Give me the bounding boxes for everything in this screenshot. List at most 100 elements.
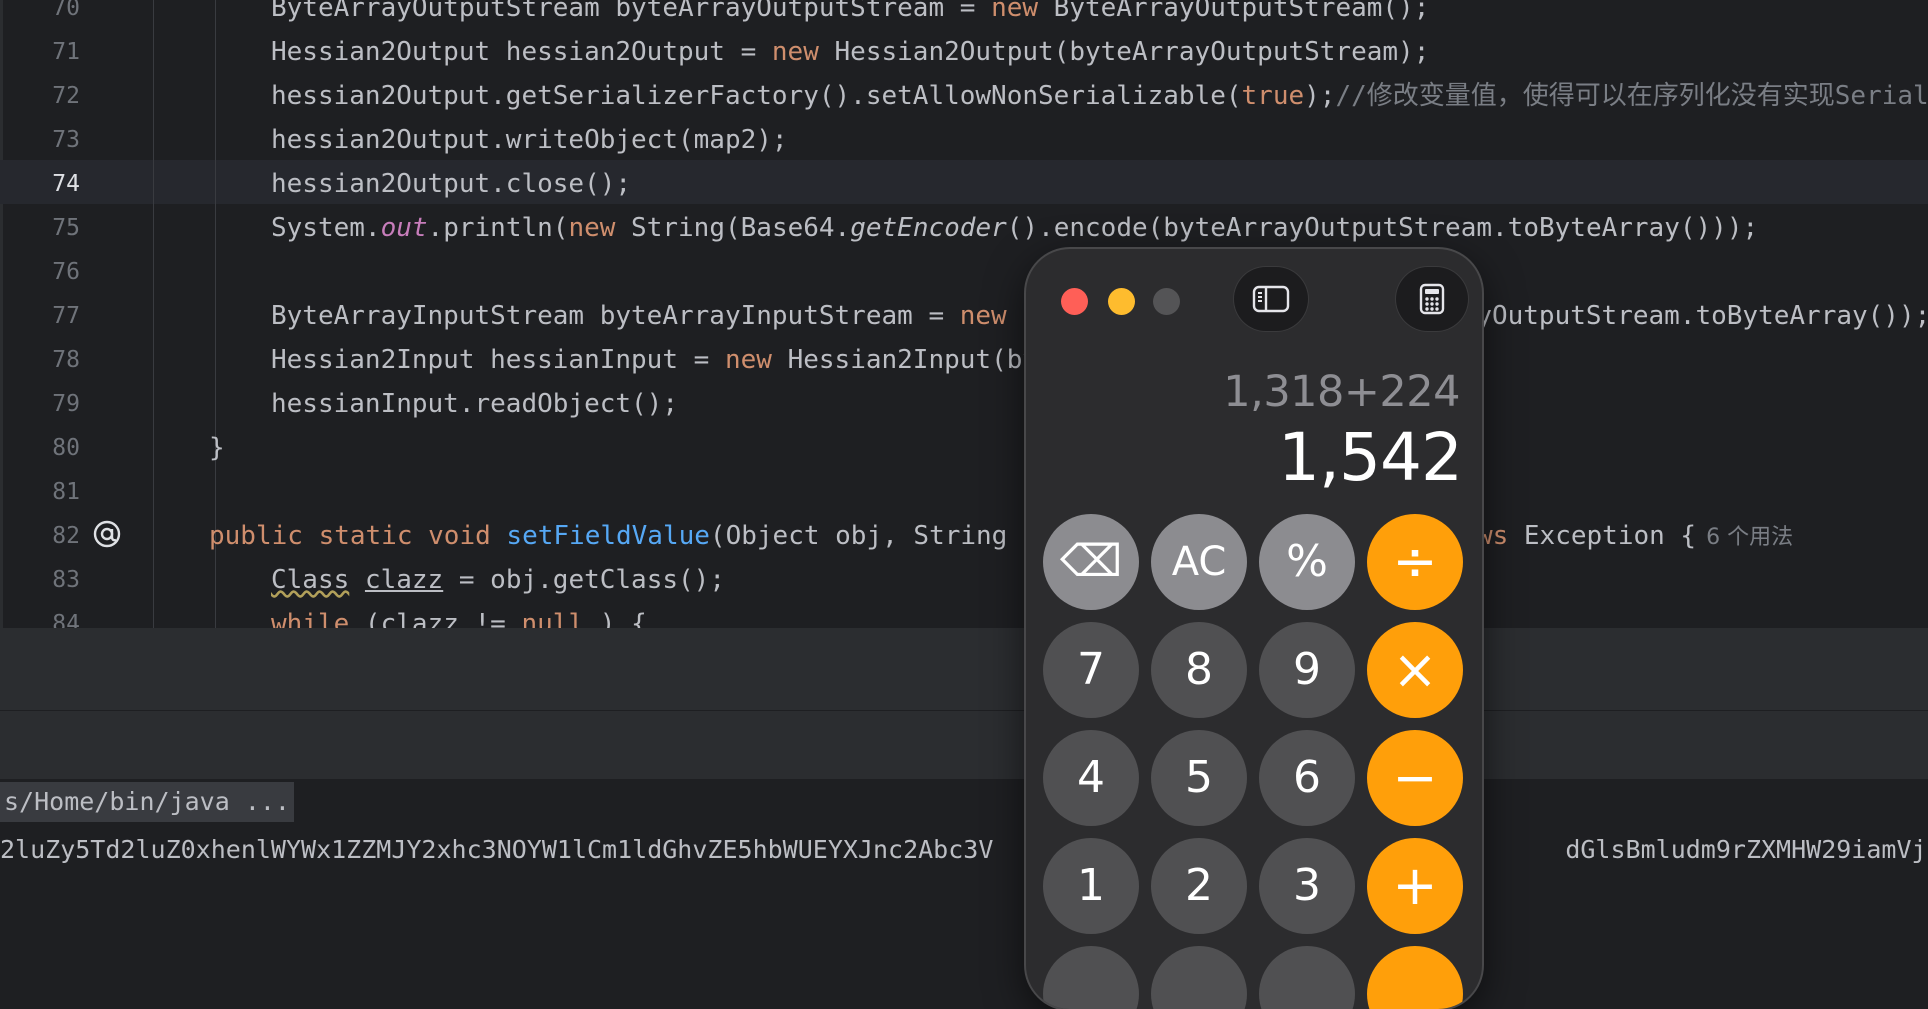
code-text: hessian2Output.close();	[271, 162, 631, 206]
code-token: new	[991, 0, 1039, 23]
key-label: +	[1392, 854, 1438, 917]
code-token: ByteArrayOutputStream byteArrayOutputStr…	[271, 0, 992, 23]
run-console[interactable]: s/Home/bin/java ... 2luZy5Td2luZ0xhenlWY…	[0, 779, 1928, 970]
code-token: new	[568, 213, 616, 243]
key-label: 7	[1077, 644, 1105, 695]
override-at-icon[interactable]	[92, 519, 122, 549]
code-text: public static void setFieldValue(Object …	[209, 514, 1793, 560]
code-token: clazz	[364, 565, 444, 595]
line-number: 78	[52, 347, 80, 373]
code-editor[interactable]: 70 ByteArrayOutputStream byteArrayOutputS…	[0, 0, 1928, 628]
code-text: Class clazz = obj.getClass();	[271, 558, 725, 602]
code-token: ByteArrayOutputStream();	[1038, 0, 1430, 23]
key-label: ⌫	[1059, 536, 1123, 587]
code-token: getEncoder	[850, 213, 1007, 243]
key-label: 1	[1077, 860, 1105, 911]
code-token: public static void	[209, 521, 507, 551]
code-token: !=	[458, 609, 522, 628]
key-label: 4	[1077, 752, 1105, 803]
code-line[interactable]: 71 Hessian2Output hessian2Output = new He…	[0, 30, 1928, 74]
code-token: setFieldValue	[506, 521, 710, 551]
code-text: while (clazz != null ) {	[271, 602, 647, 628]
calculator-mode-button[interactable]	[1396, 267, 1468, 331]
code-token: }	[209, 433, 225, 463]
digit-5-key[interactable]: 5	[1151, 730, 1247, 826]
bottom-right-key[interactable]	[1259, 946, 1355, 1009]
usages-hint[interactable]: 6 个用法	[1706, 525, 1793, 550]
line-number: 84	[52, 611, 80, 628]
console-command-line[interactable]: s/Home/bin/java ...	[0, 782, 294, 822]
percent-key[interactable]: %	[1259, 514, 1355, 610]
digit-8-key[interactable]: 8	[1151, 622, 1247, 718]
toggle-sidebar-button[interactable]	[1234, 267, 1308, 331]
subtract-key[interactable]: −	[1367, 730, 1463, 826]
code-line[interactable]: 84 while (clazz != null ) {	[0, 602, 1928, 628]
equals-key[interactable]	[1367, 946, 1463, 1009]
code-line[interactable]: 82 public static void setFieldValue(Objec…	[0, 514, 1928, 558]
code-token: String(Base64.	[615, 213, 851, 243]
code-token: ) {	[584, 609, 647, 628]
digit-7-key[interactable]: 7	[1043, 622, 1139, 718]
digit-1-key[interactable]: 1	[1043, 838, 1139, 934]
code-token: hessian2Output.getSerializerFactory().se…	[271, 81, 1242, 111]
add-key[interactable]: +	[1367, 838, 1463, 934]
code-token: new	[959, 301, 1007, 331]
code-line[interactable]: 79 hessianInput.readObject();	[0, 382, 1928, 426]
code-line[interactable]: 72 hessian2Output.getSerializerFactory().…	[0, 74, 1928, 118]
line-number: 83	[52, 567, 80, 593]
code-token: true	[1241, 81, 1305, 111]
code-token: );	[1304, 81, 1336, 111]
key-label: AC	[1171, 539, 1227, 585]
code-text: hessian2Output.getSerializerFactory().se…	[271, 74, 1928, 118]
all-clear-key[interactable]: AC	[1151, 514, 1247, 610]
line-number: 79	[52, 391, 80, 417]
minimize-window-button[interactable]	[1108, 288, 1135, 315]
calculator-window[interactable]: 1,318+224 1,542 ⌫ AC% ÷ 7 8 9 × 4 5 6 − 1 2 3 +	[1026, 249, 1482, 1009]
bottom-mid-key[interactable]	[1151, 946, 1247, 1009]
code-token: ByteArrayInputStream byteArrayInputStrea…	[271, 301, 960, 331]
digit-2-key[interactable]: 2	[1151, 838, 1247, 934]
multiply-key[interactable]: ×	[1367, 622, 1463, 718]
code-line[interactable]: 76	[0, 250, 1928, 294]
line-number: 82	[52, 523, 80, 549]
key-label: 8	[1185, 644, 1213, 695]
line-number: 71	[52, 39, 80, 65]
code-text: hessian2Output.writeObject(map2);	[271, 118, 788, 162]
code-line[interactable]: 77 ByteArrayInputStream byteArrayInputStr…	[0, 294, 1928, 338]
digit-6-key[interactable]: 6	[1259, 730, 1355, 826]
digit-3-key[interactable]: 3	[1259, 838, 1355, 934]
close-window-button[interactable]	[1061, 288, 1088, 315]
zoom-window-button[interactable]	[1153, 288, 1180, 315]
code-text: System.out.println(new String(Base64.get…	[271, 206, 1758, 250]
key-label: 5	[1185, 752, 1213, 803]
bottom-left-key[interactable]	[1043, 946, 1139, 1009]
code-line[interactable]: 75 System.out.println(new String(Base64.g…	[0, 206, 1928, 250]
digit-4-key[interactable]: 4	[1043, 730, 1139, 826]
code-token: null	[521, 609, 585, 628]
code-line[interactable]: 70 ByteArrayOutputStream byteArrayOutputS…	[0, 0, 1928, 30]
code-token: hessian2Output.close();	[271, 169, 632, 199]
code-line[interactable]: 74 hessian2Output.close();	[0, 162, 1928, 206]
tool-window-toolbar	[0, 711, 1928, 779]
code-line[interactable]: 73 hessian2Output.writeObject(map2);	[0, 118, 1928, 162]
divide-key[interactable]: ÷	[1367, 514, 1463, 610]
key-label: 6	[1293, 752, 1321, 803]
code-line[interactable]: 81	[0, 470, 1928, 514]
code-token: Hessian2Output hessian2Output =	[271, 37, 772, 67]
code-token: new	[724, 345, 772, 375]
digit-9-key[interactable]: 9	[1259, 622, 1355, 718]
backspace-key[interactable]: ⌫	[1043, 514, 1139, 610]
sidebar-icon	[1252, 285, 1290, 313]
key-label: ÷	[1392, 530, 1438, 593]
code-token: Class	[271, 565, 350, 595]
code-line[interactable]: 78Hessian2Input hessianInput = new Hessi…	[0, 338, 1928, 382]
key-label: %	[1286, 536, 1328, 587]
line-number: 75	[52, 215, 80, 241]
code-line[interactable]: 83 Class clazz = obj.getClass();	[0, 558, 1928, 602]
code-text: }	[209, 426, 225, 470]
code-text: ByteArrayOutputStream byteArrayOutputStr…	[271, 0, 1429, 30]
code-line[interactable]: 80}	[0, 426, 1928, 470]
calculator-result: 1,542	[1278, 419, 1463, 496]
line-number: 72	[52, 83, 80, 109]
